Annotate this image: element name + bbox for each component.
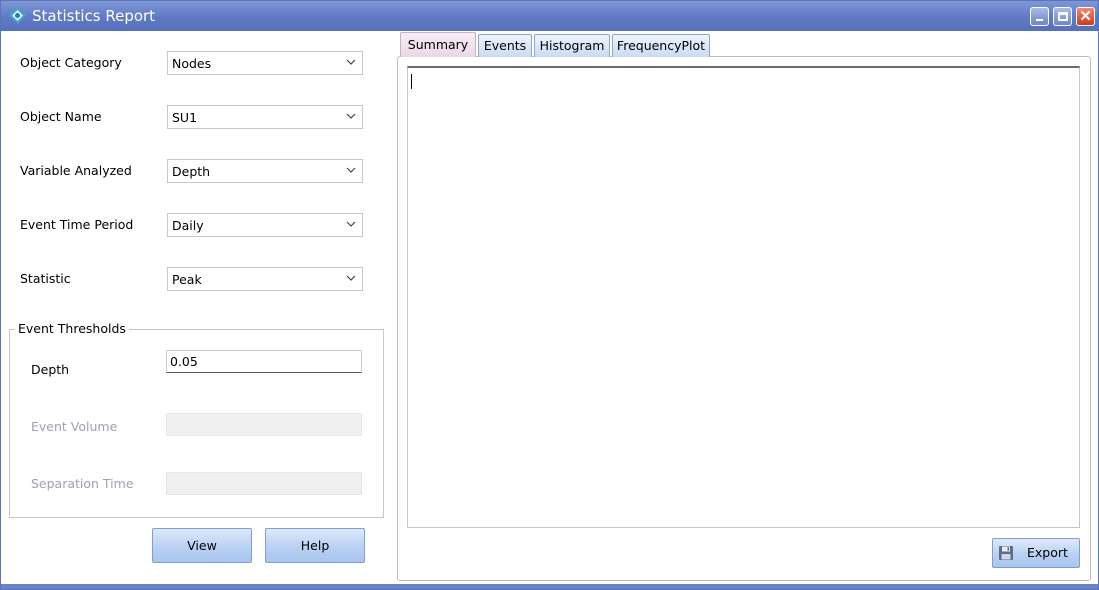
statistics-report-window: Statistics Report ✕ Object Category Node… bbox=[0, 0, 1099, 590]
minimize-icon bbox=[1036, 19, 1043, 21]
depth-threshold-label: Depth bbox=[31, 362, 70, 377]
floppy-disk-icon bbox=[999, 546, 1013, 560]
tab-events[interactable]: Events bbox=[478, 34, 532, 57]
chevron-down-icon bbox=[346, 167, 356, 173]
close-button[interactable]: ✕ bbox=[1076, 7, 1095, 26]
variable-analyzed-dropdown[interactable]: Depth bbox=[167, 159, 363, 183]
object-category-value: Nodes bbox=[172, 56, 212, 71]
chevron-down-icon bbox=[346, 275, 356, 281]
variable-analyzed-value: Depth bbox=[172, 164, 211, 179]
depth-threshold-input[interactable]: 0.05 bbox=[166, 350, 362, 373]
window-title: Statistics Report bbox=[32, 7, 156, 25]
event-volume-input[interactable] bbox=[166, 413, 362, 436]
statistic-dropdown[interactable]: Peak bbox=[167, 267, 363, 291]
window-bottom-border bbox=[1, 584, 1098, 589]
chevron-down-icon bbox=[346, 221, 356, 227]
tab-summary[interactable]: Summary bbox=[400, 32, 476, 57]
object-category-label: Object Category bbox=[20, 55, 122, 70]
statistic-value: Peak bbox=[172, 272, 202, 287]
help-button[interactable]: Help bbox=[265, 528, 365, 563]
maximize-icon bbox=[1058, 12, 1068, 21]
object-name-label: Object Name bbox=[20, 109, 102, 124]
variable-analyzed-label: Variable Analyzed bbox=[20, 163, 132, 178]
export-button[interactable]: Export bbox=[992, 538, 1080, 568]
chevron-down-icon bbox=[346, 113, 356, 119]
event-time-period-dropdown[interactable]: Daily bbox=[167, 213, 363, 237]
summary-text-area[interactable] bbox=[407, 66, 1080, 528]
app-icon bbox=[9, 7, 26, 24]
text-cursor bbox=[411, 74, 412, 89]
close-icon: ✕ bbox=[1079, 8, 1092, 25]
view-button[interactable]: View bbox=[152, 528, 252, 563]
event-thresholds-title: Event Thresholds bbox=[15, 321, 129, 336]
object-name-dropdown[interactable]: SU1 bbox=[167, 105, 363, 129]
tab-histogram[interactable]: Histogram bbox=[534, 34, 610, 57]
object-category-dropdown[interactable]: Nodes bbox=[167, 51, 363, 75]
event-volume-label: Event Volume bbox=[31, 419, 118, 434]
maximize-button[interactable] bbox=[1053, 7, 1072, 26]
event-time-period-value: Daily bbox=[172, 218, 204, 233]
export-label: Export bbox=[1027, 545, 1068, 560]
object-name-value: SU1 bbox=[172, 110, 198, 125]
separation-time-input[interactable] bbox=[166, 472, 362, 495]
tab-frequencyplot[interactable]: FrequencyPlot bbox=[612, 34, 710, 57]
statistic-label: Statistic bbox=[20, 271, 71, 286]
depth-threshold-value: 0.05 bbox=[170, 354, 198, 369]
minimize-button[interactable] bbox=[1030, 7, 1049, 26]
chevron-down-icon bbox=[346, 59, 356, 65]
title-bar[interactable]: Statistics Report ✕ bbox=[1, 1, 1098, 31]
separation-time-label: Separation Time bbox=[31, 476, 134, 491]
event-time-period-label: Event Time Period bbox=[20, 217, 134, 232]
